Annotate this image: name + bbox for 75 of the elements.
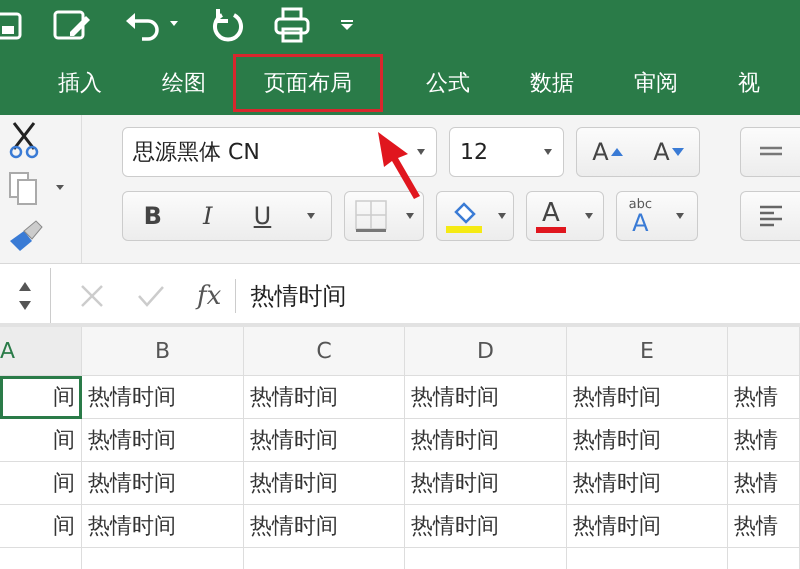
align-top-button[interactable]	[740, 127, 800, 177]
grow-font-button[interactable]: A	[586, 130, 629, 174]
table-cell[interactable]: 热情时间	[244, 462, 405, 505]
column-header[interactable]: E	[567, 327, 728, 376]
table-cell[interactable]: 热情	[728, 505, 800, 548]
edit-icon[interactable]	[52, 8, 92, 42]
caret-icon	[416, 148, 426, 156]
borders-icon	[354, 199, 388, 233]
caret-icon	[496, 212, 506, 220]
table-cell[interactable]: 热情时间	[244, 419, 405, 462]
caret-icon	[584, 212, 594, 220]
redo-icon[interactable]	[210, 7, 244, 43]
ribbon-tab[interactable]: 视	[708, 56, 790, 108]
table-cell[interactable]: 热情时间	[567, 419, 728, 462]
table-cell[interactable]: 热情时间	[82, 462, 244, 505]
shrink-font-button[interactable]: A	[647, 130, 690, 174]
underline-button[interactable]: U	[248, 194, 278, 238]
fill-color-button[interactable]	[436, 191, 514, 241]
align-top-icon	[758, 146, 784, 158]
table-cell[interactable]: 热情时间	[82, 419, 244, 462]
phonetic-letter: A	[632, 210, 649, 234]
caret-icon	[675, 212, 686, 220]
ribbon-tab[interactable]: 页面布局	[236, 56, 380, 108]
table-cell[interactable]: 热情时间	[567, 462, 728, 505]
insert-function-button[interactable]: fx	[197, 280, 222, 310]
scissors-icon[interactable]	[8, 121, 40, 159]
table-cell[interactable]: 间	[0, 505, 82, 548]
caret-icon	[306, 212, 316, 220]
up-triangle-icon	[610, 148, 623, 156]
table-cell[interactable]: 热情	[728, 462, 800, 505]
ribbon-tab[interactable]: 插入	[28, 56, 132, 108]
table-cell[interactable]: 间	[0, 462, 82, 505]
table-cell[interactable]: 热情	[728, 419, 800, 462]
table-cell[interactable]: 热情时间	[405, 505, 567, 548]
italic-button[interactable]: I	[197, 194, 219, 238]
table-cell[interactable]: 热情时间	[405, 376, 567, 419]
bold-button[interactable]: B	[138, 194, 168, 238]
font-name-field[interactable]: 思源黑体 CN	[122, 127, 437, 177]
table-cell[interactable]: 热情	[728, 376, 800, 419]
ribbon-tab[interactable]: 公式	[396, 56, 500, 108]
table-cell[interactable]: 间	[0, 419, 82, 462]
align-left-button[interactable]	[740, 191, 800, 241]
table-cell[interactable]: 热情时间	[567, 505, 728, 548]
print-icon[interactable]	[274, 7, 310, 43]
table-cell[interactable]: 热情时间	[405, 419, 567, 462]
customize-caret-icon[interactable]	[340, 19, 354, 31]
table-cell[interactable]: 间	[0, 376, 82, 419]
font-size-field[interactable]: 12	[449, 127, 564, 177]
font-color-letter: A	[536, 199, 566, 233]
check-icon[interactable]	[137, 284, 165, 308]
caret-icon	[543, 148, 553, 156]
column-header[interactable]: D	[405, 327, 567, 376]
table-cell[interactable]: 热情时间	[82, 376, 244, 419]
table-cell[interactable]: 热情时间	[244, 505, 405, 548]
format-painter-icon[interactable]	[8, 219, 44, 253]
column-header[interactable]: C	[244, 327, 405, 376]
down-triangle-icon	[672, 148, 684, 156]
save-icon[interactable]	[0, 10, 22, 40]
borders-button[interactable]	[344, 191, 424, 241]
annotation-arrow	[376, 130, 422, 200]
align-left-icon	[758, 205, 784, 227]
column-header[interactable]: B	[82, 327, 244, 376]
table-cell[interactable]: 热情时间	[244, 376, 405, 419]
column-header[interactable]: A	[0, 327, 82, 376]
ribbon-tab[interactable]: 数据	[500, 56, 604, 108]
formula-content[interactable]: 热情时间	[235, 278, 346, 312]
table-cell[interactable]: 热情时间	[82, 505, 244, 548]
ribbon-tab[interactable]: 绘图	[132, 56, 236, 108]
phonetic-button[interactable]: abc A	[616, 191, 698, 241]
table-cell[interactable]: 热情时间	[405, 462, 567, 505]
table-cell[interactable]: 热情时间	[567, 376, 728, 419]
caret-icon	[404, 212, 414, 220]
font-color-button[interactable]: A	[526, 191, 604, 241]
ribbon-tab[interactable]: 审阅	[604, 56, 708, 108]
phonetic-small-text: abc	[628, 198, 652, 210]
